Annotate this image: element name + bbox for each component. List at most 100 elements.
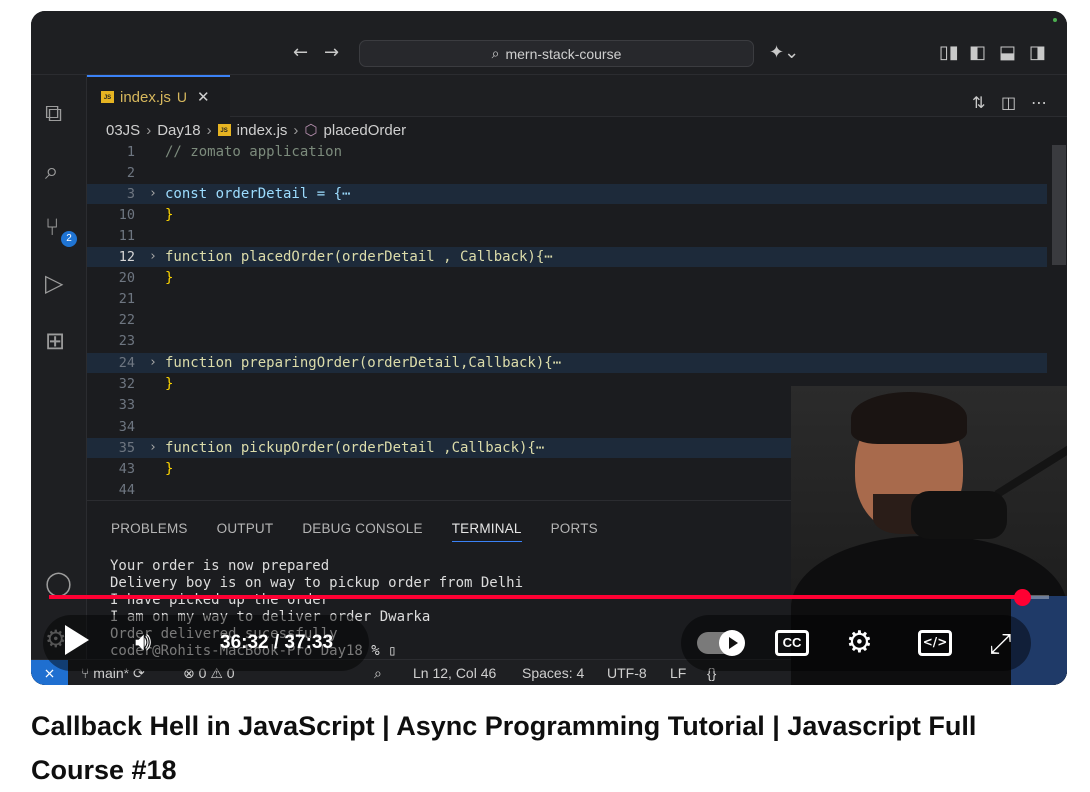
player-controls-left: 🔊︎ 36:32 / 37:33	[43, 615, 369, 671]
line-number: 2	[126, 165, 135, 181]
vscode-title-bar: ← → ⌕ mern-stack-course ✦⌄ ▯▮ ◧ ⬓ ◨	[31, 11, 1067, 75]
explorer-icon[interactable]: ⧉	[45, 99, 62, 127]
chevron-right-icon: ›	[146, 121, 152, 139]
fold-chevron-icon[interactable]: ›	[149, 353, 157, 373]
indentation-status[interactable]: Spaces: 4	[522, 665, 584, 681]
fold-chevron-icon[interactable]: ›	[149, 184, 157, 204]
tab-problems[interactable]: PROBLEMS	[111, 521, 188, 542]
settings-gear-icon[interactable]: ⚙	[846, 625, 873, 660]
toggle-sidebar-icon[interactable]: ◧	[969, 42, 986, 63]
autoplay-play-icon	[719, 630, 745, 656]
copilot-icon[interactable]: ✦⌄	[769, 42, 799, 63]
close-tab-icon[interactable]: ✕	[197, 88, 210, 106]
breadcrumb-item[interactable]: 03JS	[106, 122, 140, 139]
line-number: 23	[118, 333, 135, 349]
split-editor-icon[interactable]: ◫	[1001, 93, 1016, 112]
extensions-icon[interactable]: ⊞	[45, 327, 65, 355]
line-number: 34	[118, 419, 135, 435]
eol-status[interactable]: LF	[670, 665, 686, 681]
miniplayer-icon[interactable]: </>	[918, 630, 952, 656]
forward-arrow-icon[interactable]: →	[324, 42, 339, 63]
line-number: 11	[118, 228, 135, 244]
line-number: 12	[118, 249, 135, 265]
source-control-icon[interactable]: ⑂	[45, 213, 59, 241]
javascript-file-icon: JS	[101, 91, 114, 103]
line-number: 24	[118, 355, 135, 371]
back-arrow-icon[interactable]: ←	[293, 42, 308, 63]
time-display: 36:32 / 37:33	[220, 632, 334, 653]
code-line: 22	[87, 310, 1047, 330]
code-text: function preparingOrder(orderDetail,Call…	[165, 355, 562, 371]
line-number: 43	[118, 461, 135, 477]
presenter-hair	[851, 392, 967, 444]
search-icon[interactable]: ⌕	[45, 157, 58, 185]
code-line: 2	[87, 163, 1047, 183]
command-search-box[interactable]: ⌕ mern-stack-course	[359, 40, 754, 67]
breadcrumb: 03JS › Day18 › JS index.js › ⬡ placedOrd…	[106, 119, 406, 141]
tab-index-js[interactable]: JS index.js U ✕	[87, 75, 230, 117]
customize-layout-icon[interactable]: ▯▮	[939, 42, 959, 63]
code-text: function placedOrder(orderDetail , Callb…	[165, 249, 553, 265]
code-line: 21	[87, 289, 1047, 309]
breadcrumb-item[interactable]: Day18	[157, 122, 200, 139]
breadcrumb-item[interactable]: index.js	[237, 122, 288, 139]
code-line: 24 › function preparingOrder(orderDetail…	[87, 353, 1047, 373]
account-icon[interactable]: ◯	[45, 569, 72, 597]
tab-debug-console[interactable]: DEBUG CONSOLE	[302, 521, 422, 542]
javascript-file-icon: JS	[217, 124, 231, 136]
video-progress-bar[interactable]	[49, 589, 1049, 606]
editor-scrollbar[interactable]	[1052, 145, 1066, 265]
line-number: 21	[118, 291, 135, 307]
line-number: 35	[118, 440, 135, 456]
code-text: }	[165, 270, 174, 286]
video-player[interactable]: ← → ⌕ mern-stack-course ✦⌄ ▯▮ ◧ ⬓ ◨ ⧉ ⌕ …	[31, 11, 1067, 685]
fold-chevron-icon[interactable]: ›	[149, 438, 157, 458]
code-text: // zomato application	[165, 144, 343, 160]
tab-output[interactable]: OUTPUT	[217, 521, 274, 542]
volume-icon[interactable]: 🔊︎	[135, 627, 151, 658]
code-text: }	[165, 376, 174, 392]
line-number: 20	[118, 270, 135, 286]
microphone-arm	[994, 438, 1067, 498]
line-number: 44	[118, 482, 135, 498]
toggle-secondary-sidebar-icon[interactable]: ◨	[1029, 42, 1046, 63]
code-line-current: 12 › function placedOrder(orderDetail , …	[87, 247, 1047, 267]
recording-dot	[1053, 18, 1057, 22]
activity-bar: ⧉ ⌕ ⑂ 2 ▷ ⊞ ◯ ⚙	[31, 75, 87, 685]
panel-tab-list: PROBLEMS OUTPUT DEBUG CONSOLE TERMINAL P…	[111, 521, 598, 542]
code-line: 3 › const orderDetail = {⋯	[87, 184, 1047, 204]
play-icon[interactable]	[65, 625, 89, 655]
fold-chevron-icon[interactable]: ›	[149, 247, 157, 267]
chevron-right-icon: ›	[206, 121, 212, 139]
line-number: 33	[118, 397, 135, 413]
breadcrumb-item[interactable]: placedOrder	[324, 122, 407, 139]
tab-terminal[interactable]: TERMINAL	[451, 521, 522, 542]
video-scrubber-handle[interactable]	[1014, 589, 1031, 606]
code-text: }	[165, 207, 174, 223]
code-line: 20 }	[87, 268, 1047, 288]
autoplay-toggle[interactable]	[697, 630, 745, 656]
code-line: 11	[87, 226, 1047, 246]
editor-tab-bar: JS index.js U ✕ ⇅ ◫ ⋯	[87, 75, 1067, 117]
line-number: 1	[126, 144, 135, 160]
toggle-panel-icon[interactable]: ⬓	[999, 42, 1016, 63]
cursor-position[interactable]: Ln 12, Col 46	[413, 665, 496, 681]
line-number: 22	[118, 312, 135, 328]
tab-ports[interactable]: PORTS	[551, 521, 598, 542]
microphone	[911, 491, 1007, 539]
video-title[interactable]: Callback Hell in JavaScript | Async Prog…	[31, 704, 1061, 792]
run-debug-icon[interactable]: ▷	[45, 269, 63, 297]
subtitles-cc-button[interactable]: CC	[775, 630, 809, 656]
zoom-icon[interactable]: ⌕	[374, 665, 382, 682]
encoding-status[interactable]: UTF-8	[607, 665, 647, 681]
search-icon: ⌕	[491, 45, 500, 62]
more-actions-icon[interactable]: ⋯	[1031, 93, 1047, 112]
chevron-right-icon: ›	[293, 121, 299, 139]
source-control-badge: 2	[61, 231, 77, 247]
fullscreen-icon[interactable]: ⤢	[989, 627, 1011, 661]
code-line: 10 }	[87, 205, 1047, 225]
function-symbol-icon: ⬡	[304, 121, 318, 139]
compare-changes-icon[interactable]: ⇅	[972, 93, 985, 112]
terminal-line: Your order is now prepared	[110, 558, 330, 574]
code-line: 1 // zomato application	[87, 142, 1047, 162]
